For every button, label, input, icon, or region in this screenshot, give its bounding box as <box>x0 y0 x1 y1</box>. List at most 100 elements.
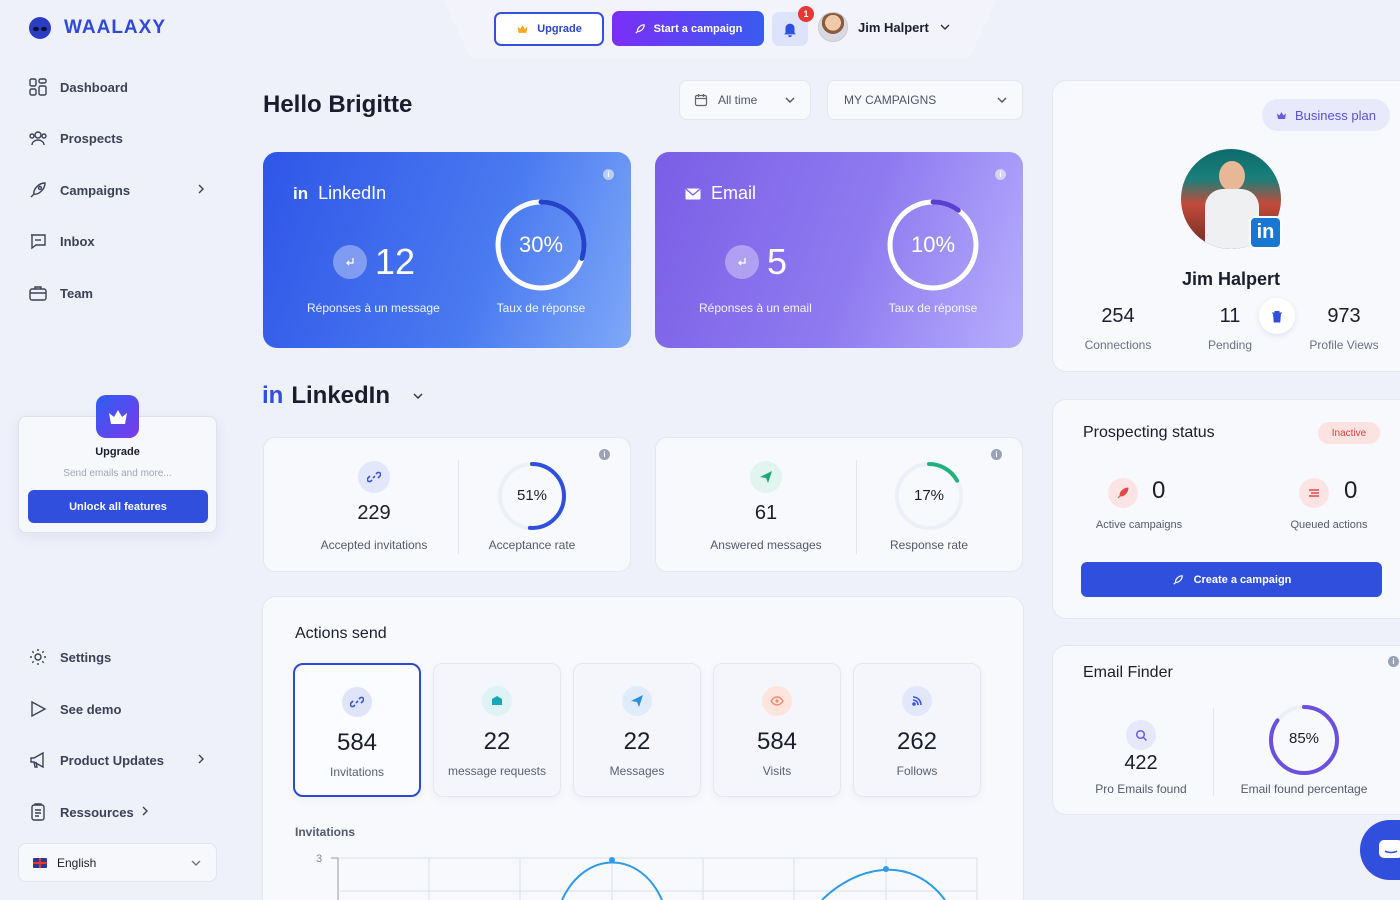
email-card-title: Email <box>685 183 756 204</box>
info-icon[interactable]: i <box>599 449 610 460</box>
chevron-down-icon <box>940 24 950 30</box>
delete-pending-button[interactable] <box>1259 298 1295 334</box>
pro-emails-found-label: Pro Emails found <box>1095 782 1187 796</box>
replies-count-group: 5 <box>725 241 787 283</box>
tile-value: 22 <box>623 728 651 755</box>
actions-title: Actions send <box>295 625 387 642</box>
chevron-right-icon <box>142 806 148 816</box>
plan-label: Business plan <box>1295 107 1376 123</box>
email-found-percentage-value: 85% <box>1288 730 1320 747</box>
campaigns-filter[interactable]: MY CAMPAIGNS <box>827 80 1023 120</box>
sidebar-item-label: Product Updates <box>60 752 165 768</box>
send-icon <box>750 461 782 493</box>
stat-label: Connections <box>1084 338 1152 352</box>
action-tile-invitations[interactable]: 584 Invitations <box>293 663 421 797</box>
profile-name: Jim Halpert <box>1181 269 1281 289</box>
upgrade-button[interactable]: Upgrade <box>494 12 604 46</box>
sidebar-item-see-demo[interactable]: See demo <box>28 698 121 720</box>
link-icon <box>342 687 372 717</box>
stat-label: Profile Views <box>1309 338 1379 352</box>
sidebar-item-dashboard[interactable]: Dashboard <box>28 76 128 98</box>
start-campaign-button[interactable]: Start a campaign <box>612 11 764 46</box>
tile-value: 584 <box>336 729 378 756</box>
tile-value: 262 <box>896 728 938 755</box>
action-tile-visits[interactable]: 584 Visits <box>713 663 841 797</box>
y-tick-label: 3 <box>316 853 322 865</box>
sidebar-item-label: Settings <box>60 649 112 665</box>
unlock-features-button[interactable]: Unlock all features <box>28 490 208 523</box>
email-summary-card: Email i 5 Réponses à un email 10% Taux d… <box>655 152 1023 348</box>
rocket-icon <box>1172 574 1183 585</box>
crown-icon <box>1277 111 1287 119</box>
create-campaign-button[interactable]: Create a campaign <box>1081 562 1382 597</box>
sidebar-item-team[interactable]: Team <box>28 282 93 304</box>
upgrade-title: Upgrade <box>95 446 140 458</box>
sidebar-item-label: Team <box>60 285 93 301</box>
sidebar-item-inbox[interactable]: Inbox <box>28 230 95 252</box>
briefcase-icon <box>29 286 47 301</box>
stat-value: 254 <box>1101 305 1135 327</box>
uk-flag-icon <box>33 857 47 868</box>
info-icon[interactable]: i <box>995 169 1006 180</box>
linkedin-summary-card: in LinkedIn i 12 Réponses à un message 3… <box>263 152 631 348</box>
period-filter[interactable]: All time <box>679 80 811 120</box>
tile-label: Visits <box>762 764 792 778</box>
action-tile-message-requests[interactable]: 22 message requests <box>433 663 561 797</box>
sidebar-item-prospects[interactable]: Prospects <box>28 127 123 149</box>
replies-count-group: 12 <box>333 241 415 283</box>
replies-label: Réponses à un message <box>307 301 440 315</box>
language-select[interactable]: English <box>18 843 217 882</box>
upgrade-subtitle: Send emails and more... <box>63 468 172 479</box>
inbox-icon <box>482 686 512 716</box>
sidebar-item-label: Ressources <box>60 804 134 820</box>
info-icon[interactable]: i <box>1388 656 1399 667</box>
stat-label: Pending <box>1207 338 1253 352</box>
users-icon <box>29 131 47 146</box>
rocket-icon <box>1108 478 1138 508</box>
sidebar-item-campaigns[interactable]: Campaigns <box>28 179 208 201</box>
action-tile-messages[interactable]: 22 Messages <box>573 663 701 797</box>
active-campaigns-label: Active campaigns <box>1095 519 1183 531</box>
trash-icon <box>1272 310 1282 322</box>
replies-label: Réponses à un email <box>699 301 812 315</box>
data-point[interactable] <box>609 857 615 863</box>
bell-icon <box>784 23 796 38</box>
response-rate-value: 10% <box>910 232 956 257</box>
start-campaign-label: Start a campaign <box>653 22 743 35</box>
send-icon <box>622 686 652 716</box>
sidebar-item-ressources[interactable]: Ressources <box>28 801 208 823</box>
alien-logo-icon <box>29 17 51 39</box>
sidebar-item-settings[interactable]: Settings <box>28 646 111 668</box>
linkedin-card-title: in LinkedIn <box>293 183 386 204</box>
chevron-right-icon <box>198 754 204 764</box>
info-icon[interactable]: i <box>991 449 1002 460</box>
chevron-down-icon <box>191 860 201 866</box>
business-plan-badge[interactable]: Business plan <box>1262 99 1390 131</box>
reply-arrow-icon <box>725 245 759 279</box>
avatar <box>818 12 848 42</box>
email-found-percentage-label: Email found percentage <box>1240 782 1368 796</box>
sidebar-item-product-updates[interactable]: Product Updates <box>28 749 208 771</box>
crown-icon <box>517 25 528 33</box>
search-icon <box>1126 720 1156 750</box>
accepted-invitations-label: Accepted invitations <box>320 538 428 552</box>
stat-value: 973 <box>1327 305 1361 327</box>
rocket-icon <box>30 182 46 198</box>
user-menu[interactable]: Jim Halpert <box>818 12 951 42</box>
linkedin-section-selector[interactable]: in LinkedIn <box>262 382 424 410</box>
action-tile-follows[interactable]: 262 Follows <box>853 663 981 797</box>
brand-name: WAALAXY <box>64 17 166 38</box>
series-line <box>821 868 946 900</box>
chat-widget-button[interactable] <box>1360 820 1400 880</box>
data-point[interactable] <box>883 866 889 872</box>
queued-actions-label: Queued actions <box>1290 519 1368 531</box>
brand-logo[interactable]: WAALAXY <box>28 16 166 40</box>
linkedin-icon: in <box>262 382 284 409</box>
tile-label: Invitations <box>329 765 385 779</box>
envelope-icon <box>685 188 701 199</box>
tile-value: 584 <box>756 728 798 755</box>
megaphone-icon <box>30 751 44 769</box>
page-title: Hello Brigitte <box>263 91 413 118</box>
info-icon[interactable]: i <box>603 169 614 180</box>
tile-value: 22 <box>483 728 511 755</box>
